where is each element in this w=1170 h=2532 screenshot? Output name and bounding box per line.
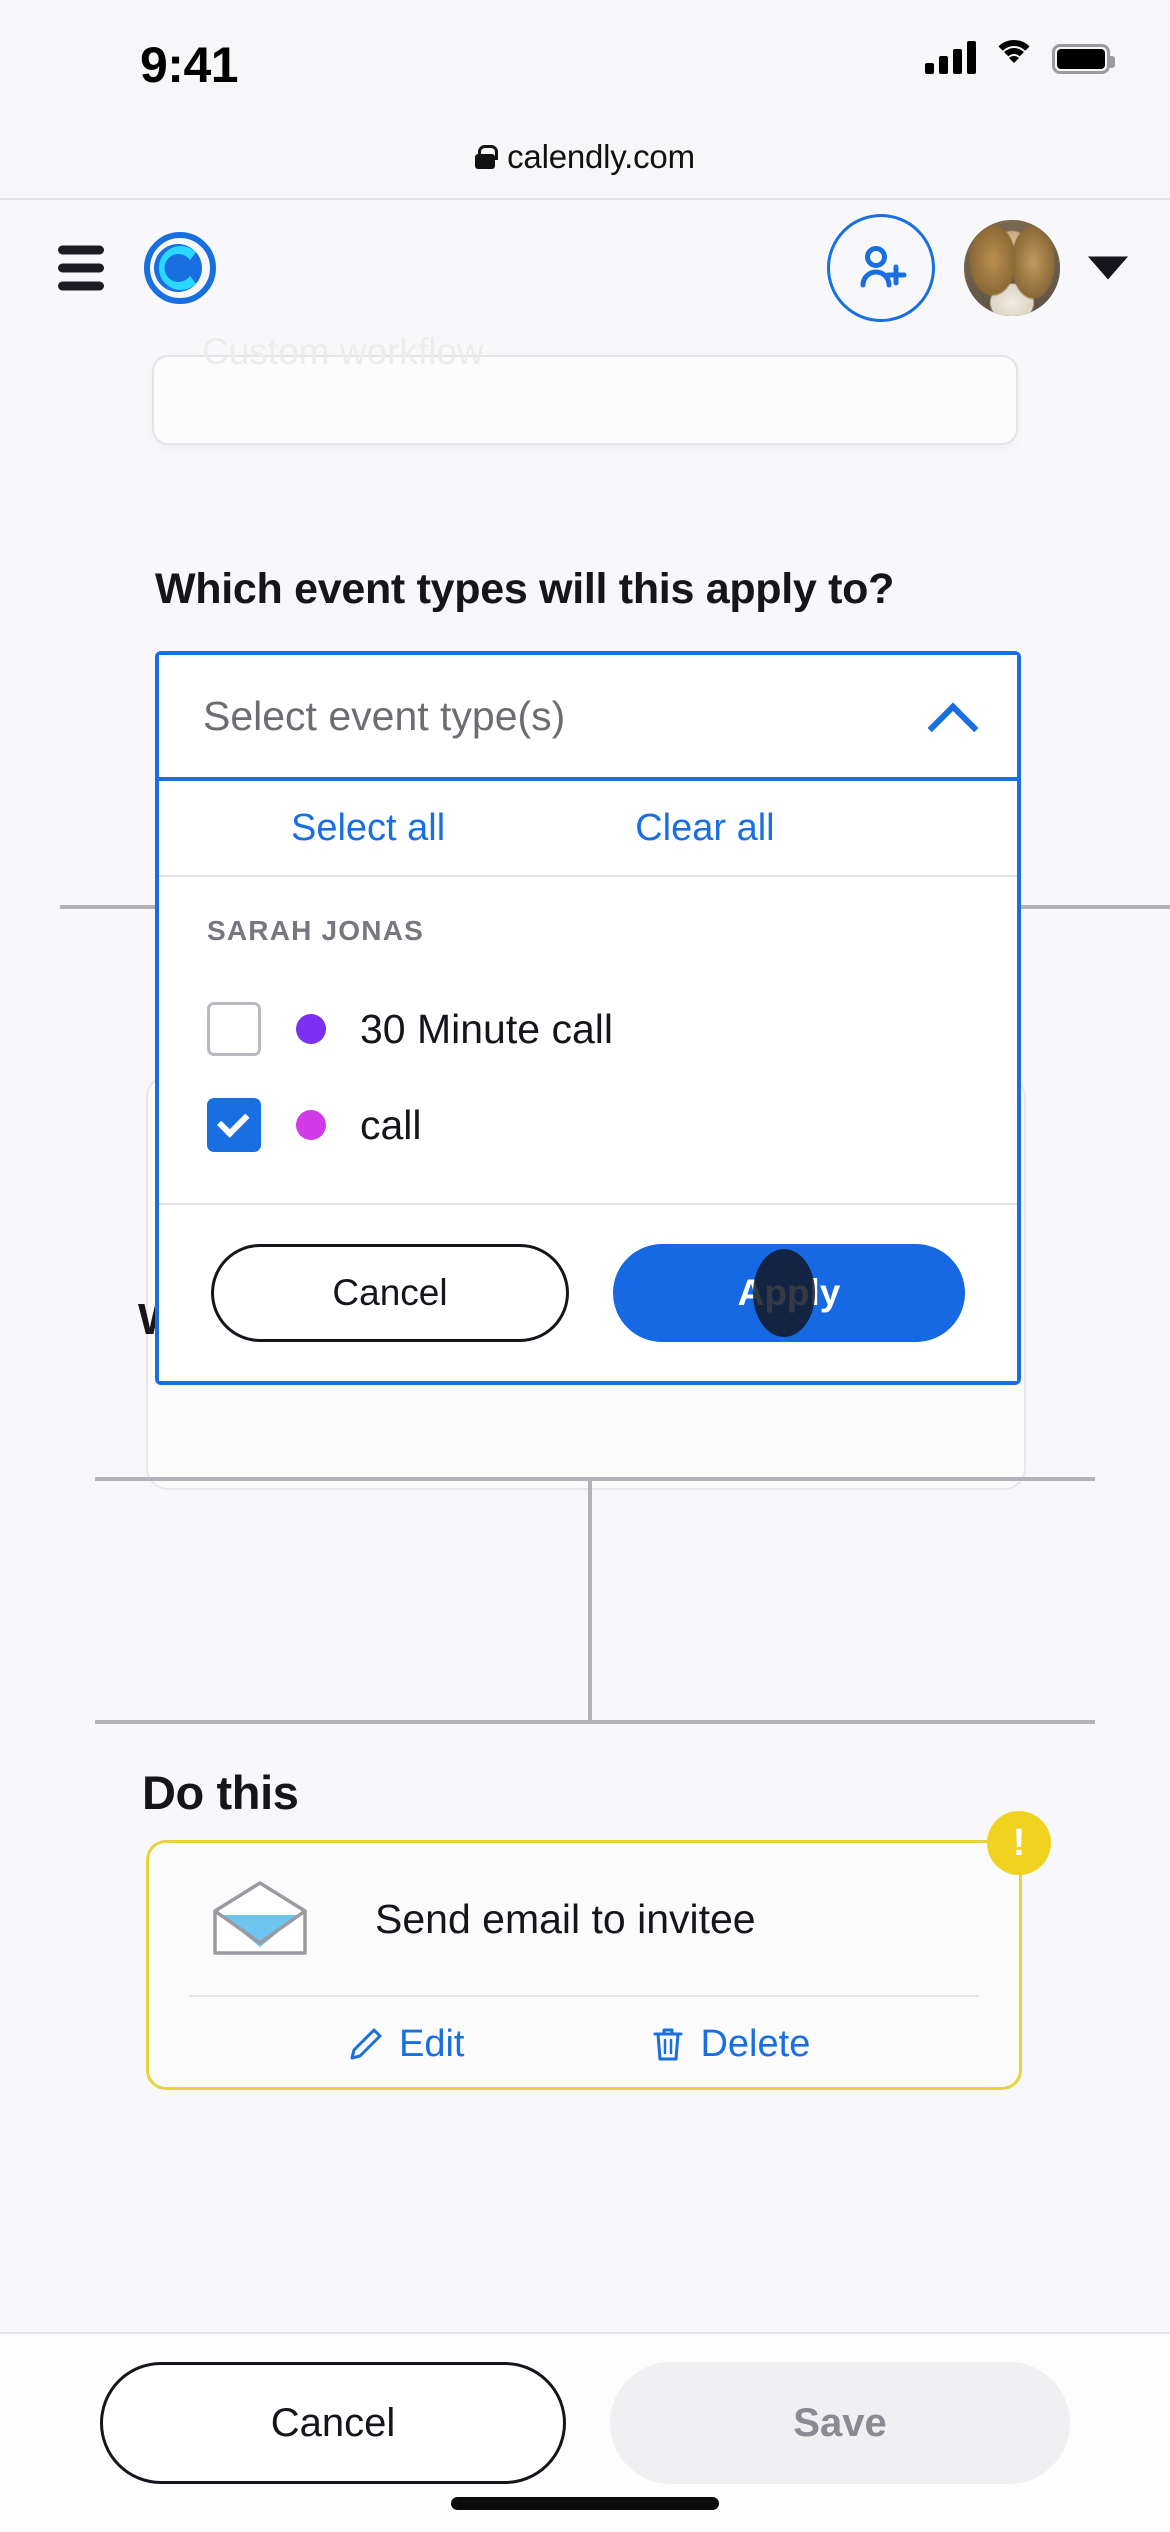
action-card-main: Send email to invitee [149, 1843, 1019, 1995]
page-title: Which event types will this apply to? [155, 565, 895, 613]
dropdown-bulk-actions: Select all Clear all [159, 781, 1017, 877]
do-this-heading: Do this [142, 1766, 299, 1819]
dropdown-cancel-button[interactable]: Cancel [211, 1244, 569, 1342]
app-header [0, 200, 1170, 335]
calendly-logo-icon[interactable] [140, 228, 220, 308]
grid-row-bottom [95, 1720, 1095, 1724]
checkbox-checked-icon[interactable] [207, 1098, 261, 1152]
delete-button[interactable]: Delete [652, 2023, 810, 2066]
custom-workflow-card[interactable]: Custom workflow [152, 331, 1018, 445]
grid-col-divider [588, 1477, 592, 1722]
event-type-label: call [360, 1101, 422, 1148]
trash-delete-icon [653, 2028, 683, 2061]
list-item[interactable]: call [159, 1077, 1017, 1173]
event-type-list: SARAH JONAS 30 Minute call call [159, 877, 1017, 1205]
dropdown-footer: Cancel Apply [159, 1205, 1017, 1381]
dropdown-apply-button[interactable]: Apply [613, 1244, 965, 1342]
event-type-group-title: SARAH JONAS [207, 915, 425, 946]
action-card-links: Edit Delete [149, 1997, 1019, 2091]
status-bar: 9:41 [0, 0, 1170, 115]
open-envelope-icon [211, 1881, 309, 1957]
wifi-icon [992, 40, 1036, 74]
caret-down-icon[interactable] [1088, 256, 1128, 279]
add-user-icon [860, 245, 907, 287]
page-content: Custom workflow Which event types will t… [0, 331, 1170, 2335]
divider-right-top [1000, 905, 1170, 909]
edit-label: Edit [399, 2022, 465, 2065]
save-button[interactable]: Save [610, 2362, 1070, 2484]
event-type-dropdown[interactable]: Select event type(s) Select all Clear al… [155, 651, 1021, 1385]
hamburger-menu-icon[interactable] [58, 245, 104, 290]
home-indicator [451, 2497, 719, 2510]
chevron-up-icon[interactable] [929, 694, 973, 738]
status-bar-indicators [925, 40, 1115, 74]
add-user-button[interactable] [827, 213, 935, 322]
event-color-dot [296, 1014, 326, 1044]
event-color-dot [296, 1110, 326, 1140]
bottom-action-bar: Cancel Save [0, 2332, 1170, 2532]
list-item[interactable]: 30 Minute call [159, 981, 1017, 1077]
dropdown-apply-label: Apply [737, 1272, 841, 1313]
clear-all-link[interactable]: Clear all [635, 807, 774, 850]
select-all-link[interactable]: Select all [291, 807, 445, 850]
event-type-select-control[interactable]: Select event type(s) [159, 655, 1017, 781]
delete-label: Delete [700, 2022, 811, 2065]
url-text: calendly.com [507, 137, 695, 175]
event-type-label: 30 Minute call [360, 1005, 613, 1052]
phone-screen: 9:41 calendly.com Custom workflow Which … [0, 0, 1170, 2532]
cancel-button[interactable]: Cancel [100, 2362, 566, 2484]
action-label: Send email to invitee [375, 1895, 756, 1942]
browser-url-bar[interactable]: calendly.com [0, 115, 1170, 200]
edit-button[interactable]: Edit [349, 2023, 464, 2066]
status-bar-time: 9:41 [140, 37, 239, 93]
pencil-edit-icon [350, 2028, 382, 2060]
event-type-placeholder: Select event type(s) [203, 692, 566, 739]
cellular-bars-icon [925, 40, 976, 74]
grid-row-top [95, 1477, 1095, 1481]
battery-icon [1052, 44, 1115, 74]
custom-workflow-label: Custom workflow [202, 331, 484, 372]
warning-exclamation-icon[interactable]: ! [987, 1811, 1051, 1875]
action-card[interactable]: ! Send email to invitee Edit Delete [146, 1811, 1051, 2091]
checkbox-unchecked-icon[interactable] [207, 1002, 261, 1056]
lock-icon [475, 144, 499, 169]
avatar[interactable] [964, 219, 1060, 316]
